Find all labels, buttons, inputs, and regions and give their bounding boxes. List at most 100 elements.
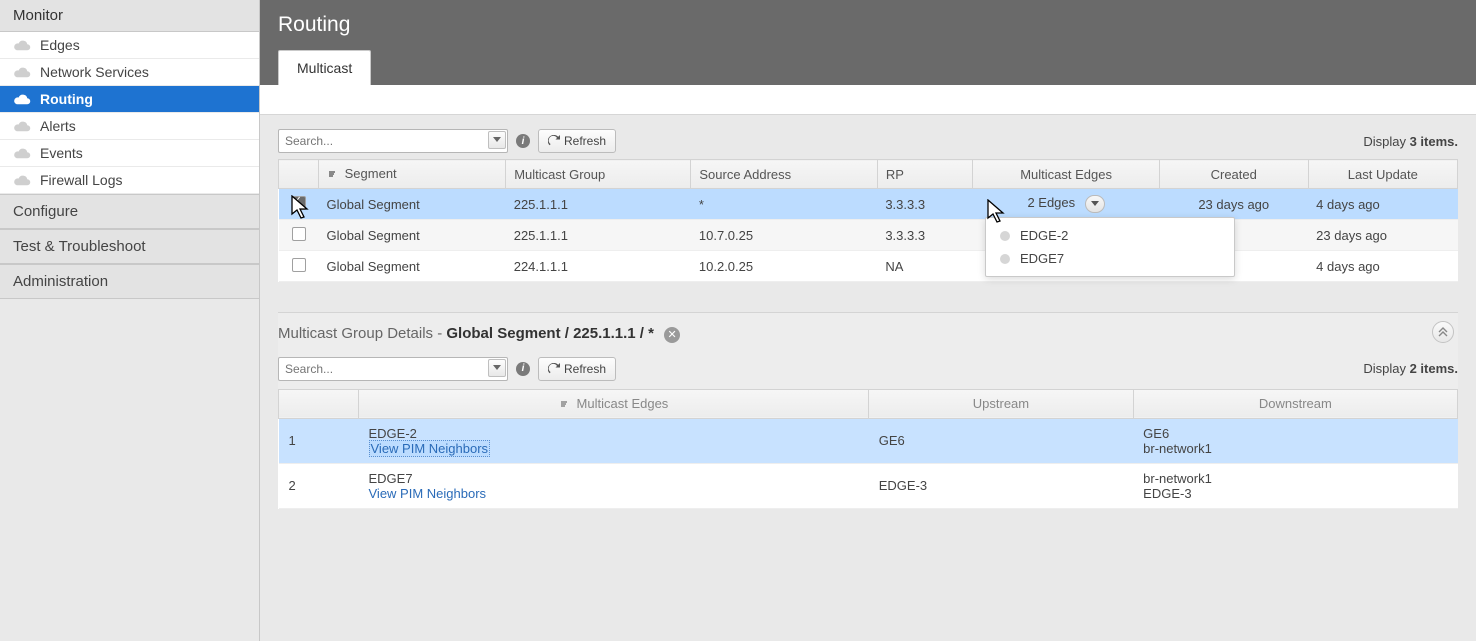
sidebar-item-label: Alerts: [40, 118, 76, 134]
sidebar-section-test[interactable]: Test & Troubleshoot: [0, 229, 259, 264]
sidebar-section-configure[interactable]: Configure: [0, 194, 259, 229]
dropdown-item-label: EDGE7: [1020, 251, 1064, 266]
cell-src: 10.7.0.25: [691, 220, 877, 251]
cell-mgroup: 225.1.1.1: [506, 220, 691, 251]
cell-mgroup: 225.1.1.1: [506, 189, 691, 220]
cell-rp: 3.3.3.3: [877, 189, 973, 220]
cell-up: EDGE-3: [869, 463, 1133, 508]
refresh-label: Refresh: [564, 362, 606, 376]
col-medges[interactable]: Multicast Edges: [359, 389, 869, 418]
details-display-count: Display 2 items.: [1363, 361, 1458, 376]
table-row[interactable]: Global Segment 224.1.1.1 10.2.0.25 NA 1 …: [279, 251, 1458, 282]
cell-src: *: [691, 189, 877, 220]
col-downstream[interactable]: Downstream: [1133, 389, 1457, 418]
sort-icon: [559, 397, 569, 412]
col-mgroup[interactable]: Multicast Group: [506, 160, 691, 189]
sidebar-item-label: Firewall Logs: [40, 172, 122, 188]
chevron-down-icon: [1091, 201, 1099, 207]
chevron-down-icon: [493, 365, 501, 371]
sidebar-section-admin[interactable]: Administration: [0, 264, 259, 299]
cell-src: 10.2.0.25: [691, 251, 877, 282]
sidebar-item-label: Network Services: [40, 64, 149, 80]
col-src[interactable]: Source Address: [691, 160, 877, 189]
sidebar: Monitor Edges Network Services Routing A…: [0, 0, 260, 641]
cell-updated: 4 days ago: [1308, 251, 1457, 282]
refresh-button[interactable]: Refresh: [538, 129, 616, 153]
tab-multicast[interactable]: Multicast: [278, 50, 371, 85]
chevron-down-icon: [493, 137, 501, 143]
cell-num: 1: [279, 418, 359, 463]
col-medges[interactable]: Multicast Edges: [973, 160, 1159, 189]
cell-down: br-network1 EDGE-3: [1133, 463, 1457, 508]
sidebar-item-firewall[interactable]: Firewall Logs: [0, 167, 259, 194]
cell-rp: NA: [877, 251, 973, 282]
view-pim-link[interactable]: View PIM Neighbors: [369, 440, 491, 457]
cell-edge: EDGE-2 View PIM Neighbors: [359, 418, 869, 463]
table-row[interactable]: Global Segment 225.1.1.1 10.7.0.25 3.3.3…: [279, 220, 1458, 251]
cell-edge: EDGE7 View PIM Neighbors: [359, 463, 869, 508]
cell-segment: Global Segment: [319, 220, 506, 251]
page-title: Routing: [278, 13, 1458, 37]
refresh-icon: [548, 363, 560, 375]
col-rp[interactable]: RP: [877, 160, 973, 189]
sidebar-item-alerts[interactable]: Alerts: [0, 113, 259, 140]
cell-mgroup: 224.1.1.1: [506, 251, 691, 282]
dropdown-item-label: EDGE-2: [1020, 228, 1068, 243]
sort-icon: [327, 167, 337, 182]
cell-updated: 4 days ago: [1308, 189, 1457, 220]
table-row[interactable]: Global Segment 225.1.1.1 * 3.3.3.3 2 Edg…: [279, 189, 1458, 220]
cloud-icon: [13, 147, 31, 159]
col-upstream[interactable]: Upstream: [869, 389, 1133, 418]
search-dropdown-button[interactable]: [488, 359, 506, 377]
sidebar-item-events[interactable]: Events: [0, 140, 259, 167]
refresh-icon: [548, 135, 560, 147]
cloud-icon: [13, 66, 31, 78]
sidebar-item-label: Events: [40, 145, 83, 161]
cell-num: 2: [279, 463, 359, 508]
details-title: Multicast Group Details - Global Segment…: [278, 325, 1458, 353]
col-segment[interactable]: Segment: [319, 160, 506, 189]
cell-updated: 23 days ago: [1308, 220, 1457, 251]
table-row[interactable]: 1 EDGE-2 View PIM Neighbors GE6 GE6 br-n…: [279, 418, 1458, 463]
view-pim-link[interactable]: View PIM Neighbors: [369, 486, 487, 501]
close-details-button[interactable]: ✕: [664, 327, 680, 343]
status-dot-icon: [1000, 231, 1010, 241]
sidebar-item-label: Edges: [40, 37, 80, 53]
row-checkbox[interactable]: [292, 227, 306, 241]
cell-up: GE6: [869, 418, 1133, 463]
info-icon[interactable]: i: [516, 362, 530, 376]
multicast-table: Segment Multicast Group Source Address R…: [278, 159, 1458, 282]
cloud-icon: [13, 120, 31, 132]
cell-edges: 2 Edges: [973, 189, 1159, 220]
details-search-input[interactable]: [278, 357, 508, 381]
row-checkbox[interactable]: [292, 258, 306, 272]
search-input[interactable]: [278, 129, 508, 153]
status-dot-icon: [1000, 254, 1010, 264]
display-count: Display 3 items.: [1363, 134, 1458, 149]
sidebar-item-edges[interactable]: Edges: [0, 32, 259, 59]
sidebar-item-network[interactable]: Network Services: [0, 59, 259, 86]
col-num: [279, 389, 359, 418]
table-row[interactable]: 2 EDGE7 View PIM Neighbors EDGE-3 br-net…: [279, 463, 1458, 508]
edges-dropdown[interactable]: EDGE-2 EDGE7: [985, 217, 1235, 277]
dropdown-item[interactable]: EDGE7: [986, 247, 1234, 270]
dropdown-item[interactable]: EDGE-2: [986, 224, 1234, 247]
details-refresh-button[interactable]: Refresh: [538, 357, 616, 381]
row-checkbox[interactable]: [292, 196, 306, 210]
cell-created: 23 days ago: [1159, 189, 1308, 220]
info-icon[interactable]: i: [516, 134, 530, 148]
cell-segment: Global Segment: [319, 189, 506, 220]
col-updated[interactable]: Last Update: [1308, 160, 1457, 189]
search-dropdown-button[interactable]: [488, 131, 506, 149]
details-table: Multicast Edges Upstream Downstream 1 ED…: [278, 389, 1458, 509]
tab-strip: [260, 85, 1476, 115]
col-created[interactable]: Created: [1159, 160, 1308, 189]
cloud-icon: [13, 93, 31, 105]
sidebar-item-routing[interactable]: Routing: [0, 86, 259, 113]
cell-down: GE6 br-network1: [1133, 418, 1457, 463]
refresh-label: Refresh: [564, 134, 606, 148]
collapse-button[interactable]: [1432, 321, 1454, 343]
sidebar-section-monitor[interactable]: Monitor: [0, 0, 259, 32]
col-check: [279, 160, 319, 189]
edges-expand-button[interactable]: [1085, 195, 1105, 213]
